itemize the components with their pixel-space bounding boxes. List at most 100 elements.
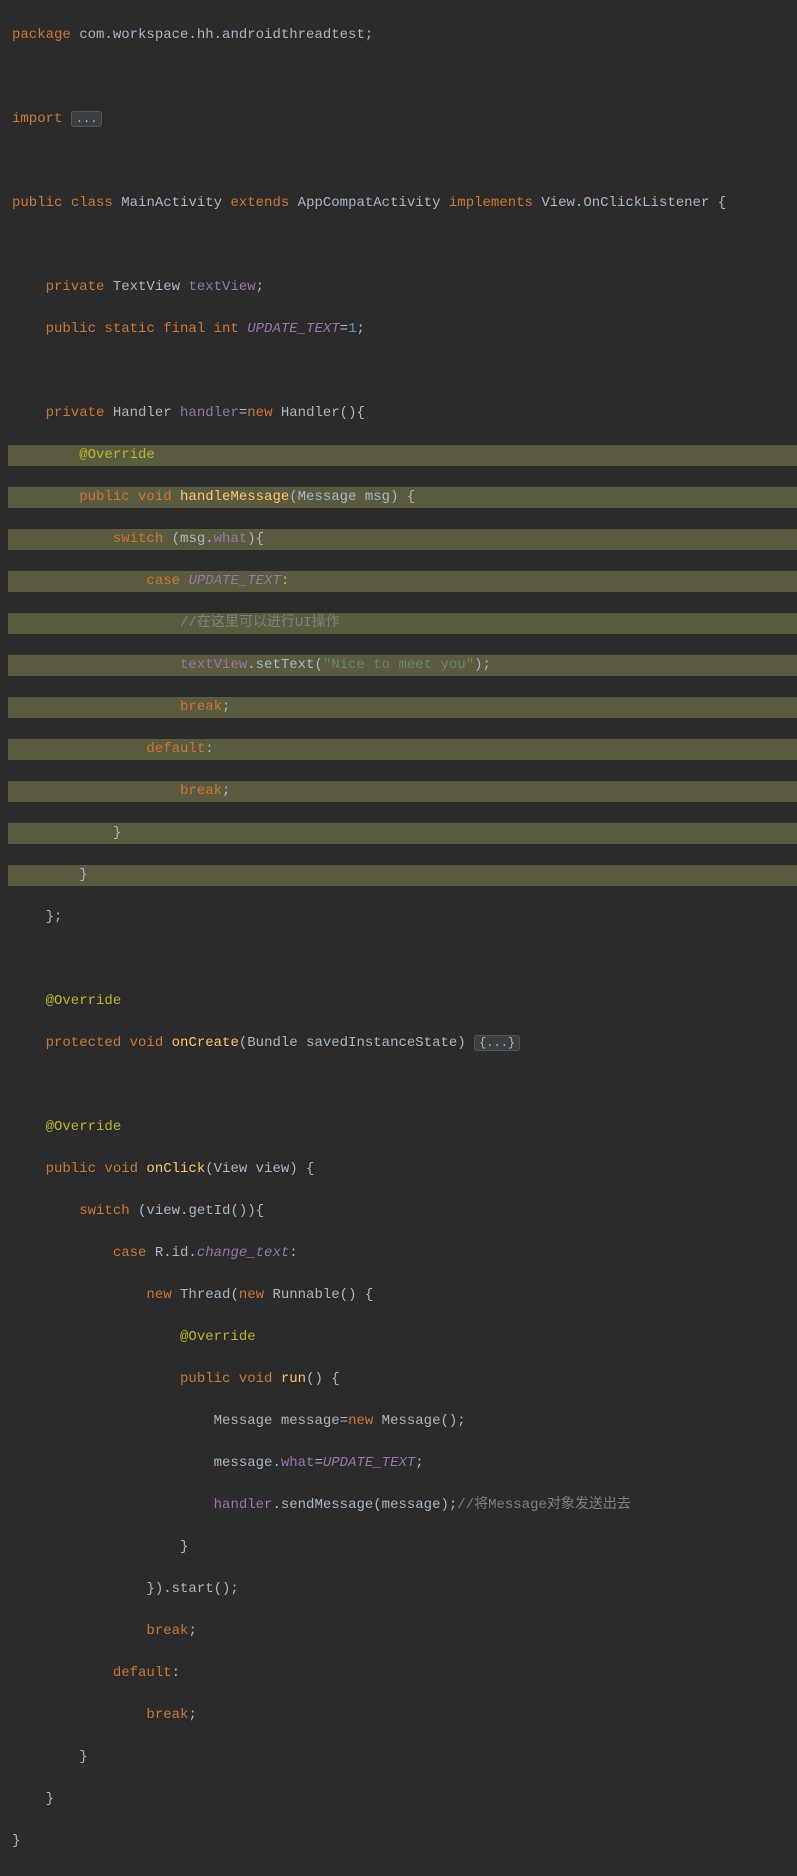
code-line-highlighted[interactable]: } bbox=[8, 823, 797, 844]
keyword: public bbox=[12, 195, 71, 211]
code-line[interactable]: default: bbox=[8, 1663, 797, 1684]
params: (View view) { bbox=[205, 1161, 314, 1177]
keyword: private bbox=[12, 405, 113, 421]
modifiers: public void bbox=[12, 1371, 281, 1387]
code-line[interactable]: switch (view.getId()){ bbox=[8, 1201, 797, 1222]
code-line-blank[interactable] bbox=[8, 1075, 797, 1096]
code-line-blank[interactable] bbox=[8, 949, 797, 970]
brace: } bbox=[12, 867, 88, 883]
code-line[interactable]: @Override bbox=[8, 991, 797, 1012]
code-line[interactable]: } bbox=[8, 1789, 797, 1810]
fold-ellipsis[interactable]: ... bbox=[71, 111, 103, 127]
code-line-highlighted[interactable]: case UPDATE_TEXT: bbox=[8, 571, 797, 592]
code-line-highlighted[interactable]: @Override bbox=[8, 445, 797, 466]
code-line[interactable]: @Override bbox=[8, 1117, 797, 1138]
code-editor[interactable]: package com.workspace.hh.androidthreadte… bbox=[0, 0, 797, 1876]
stmt: message. bbox=[12, 1455, 281, 1471]
brace: } bbox=[12, 825, 121, 841]
code-line[interactable]: @Override bbox=[8, 1327, 797, 1348]
modifiers: public void bbox=[12, 1161, 146, 1177]
brace: } bbox=[12, 1791, 54, 1807]
code-line[interactable]: public class MainActivity extends AppCom… bbox=[8, 193, 797, 214]
code-line[interactable]: public void run() { bbox=[8, 1369, 797, 1390]
r-id: R.id. bbox=[155, 1245, 197, 1261]
fold-marker[interactable]: {...} bbox=[474, 1035, 520, 1051]
params: (Bundle savedInstanceState) bbox=[239, 1035, 474, 1051]
code-line[interactable]: } bbox=[8, 1747, 797, 1768]
code-line-blank[interactable] bbox=[8, 361, 797, 382]
field: textView bbox=[180, 657, 247, 673]
field: handler bbox=[214, 1497, 273, 1513]
code-line-highlighted[interactable]: textView.setText("Nice to meet you"); bbox=[8, 655, 797, 676]
code-line[interactable]: case R.id.change_text: bbox=[8, 1243, 797, 1264]
keyword: default bbox=[12, 741, 205, 757]
code-line[interactable]: Message message=new Message(); bbox=[8, 1411, 797, 1432]
constant: UPDATE_TEXT bbox=[323, 1455, 415, 1471]
string: "Nice to meet you" bbox=[323, 657, 474, 673]
semicolon: ; bbox=[356, 321, 364, 337]
semicolon: ; bbox=[365, 27, 373, 43]
keyword: new bbox=[239, 1287, 273, 1303]
code-line[interactable]: new Thread(new Runnable() { bbox=[8, 1285, 797, 1306]
brace: } bbox=[12, 1833, 20, 1849]
type: Handler bbox=[113, 405, 180, 421]
code-line[interactable]: private Handler handler=new Handler(){ bbox=[8, 403, 797, 424]
annotation: @Override bbox=[12, 1119, 121, 1135]
code-line-highlighted[interactable]: //在这里可以进行UI操作 bbox=[8, 613, 797, 634]
brace: }).start(); bbox=[12, 1581, 239, 1597]
code-line-highlighted[interactable]: public void handleMessage(Message msg) { bbox=[8, 487, 797, 508]
modifiers: protected void bbox=[12, 1035, 172, 1051]
semicolon: ; bbox=[256, 279, 264, 295]
method-call: .setText( bbox=[247, 657, 323, 673]
keyword: break bbox=[12, 699, 222, 715]
field: what bbox=[214, 531, 248, 547]
code-line[interactable]: public static final int UPDATE_TEXT=1; bbox=[8, 319, 797, 340]
params: () { bbox=[306, 1371, 340, 1387]
constant: UPDATE_TEXT bbox=[247, 321, 339, 337]
code-line[interactable]: } bbox=[8, 1831, 797, 1852]
type: TextView bbox=[113, 279, 189, 295]
brace: ){ bbox=[247, 531, 264, 547]
code-line[interactable]: }).start(); bbox=[8, 1579, 797, 1600]
annotation: @Override bbox=[12, 447, 155, 463]
code-line[interactable]: }; bbox=[8, 907, 797, 928]
code-line[interactable]: private TextView textView; bbox=[8, 277, 797, 298]
code-line-highlighted[interactable]: break; bbox=[8, 697, 797, 718]
semicolon: ; bbox=[188, 1623, 196, 1639]
code-line[interactable]: } bbox=[8, 1537, 797, 1558]
constructor-call: Handler(){ bbox=[281, 405, 365, 421]
keyword: break bbox=[12, 1623, 188, 1639]
semicolon: ; bbox=[415, 1455, 423, 1471]
code-line[interactable]: import ... bbox=[8, 109, 797, 130]
code-line-blank[interactable] bbox=[8, 151, 797, 172]
method-name: onClick bbox=[146, 1161, 205, 1177]
code-line[interactable]: protected void onCreate(Bundle savedInst… bbox=[8, 1033, 797, 1054]
code-line[interactable]: break; bbox=[8, 1621, 797, 1642]
params: (Message msg) { bbox=[289, 489, 415, 505]
code-line[interactable]: package com.workspace.hh.androidthreadte… bbox=[8, 25, 797, 46]
field: textView bbox=[188, 279, 255, 295]
comment: //将Message对象发送出去 bbox=[457, 1497, 631, 1513]
code-line-highlighted[interactable]: } bbox=[8, 865, 797, 886]
colon: : bbox=[289, 1245, 297, 1261]
code-line-highlighted[interactable]: default: bbox=[8, 739, 797, 760]
brace: } bbox=[12, 1539, 188, 1555]
keyword: import bbox=[12, 111, 71, 127]
code-line-blank[interactable] bbox=[8, 67, 797, 88]
semicolon: ; bbox=[222, 783, 230, 799]
code-line[interactable]: public void onClick(View view) { bbox=[8, 1159, 797, 1180]
method-name: onCreate bbox=[172, 1035, 239, 1051]
keyword: class bbox=[71, 195, 121, 211]
keyword: new bbox=[247, 405, 281, 421]
code-line[interactable]: handler.sendMessage(message);//将Message对… bbox=[8, 1495, 797, 1516]
code-line-blank[interactable] bbox=[8, 235, 797, 256]
code-line-highlighted[interactable]: switch (msg.what){ bbox=[8, 529, 797, 550]
code-line[interactable]: message.what=UPDATE_TEXT; bbox=[8, 1453, 797, 1474]
annotation: @Override bbox=[12, 1329, 256, 1345]
expr: (view.getId()){ bbox=[138, 1203, 264, 1219]
code-line-highlighted[interactable]: break; bbox=[8, 781, 797, 802]
method-name: handleMessage bbox=[180, 489, 289, 505]
code-line[interactable]: break; bbox=[8, 1705, 797, 1726]
class-name: MainActivity bbox=[121, 195, 230, 211]
keyword: implements bbox=[449, 195, 541, 211]
